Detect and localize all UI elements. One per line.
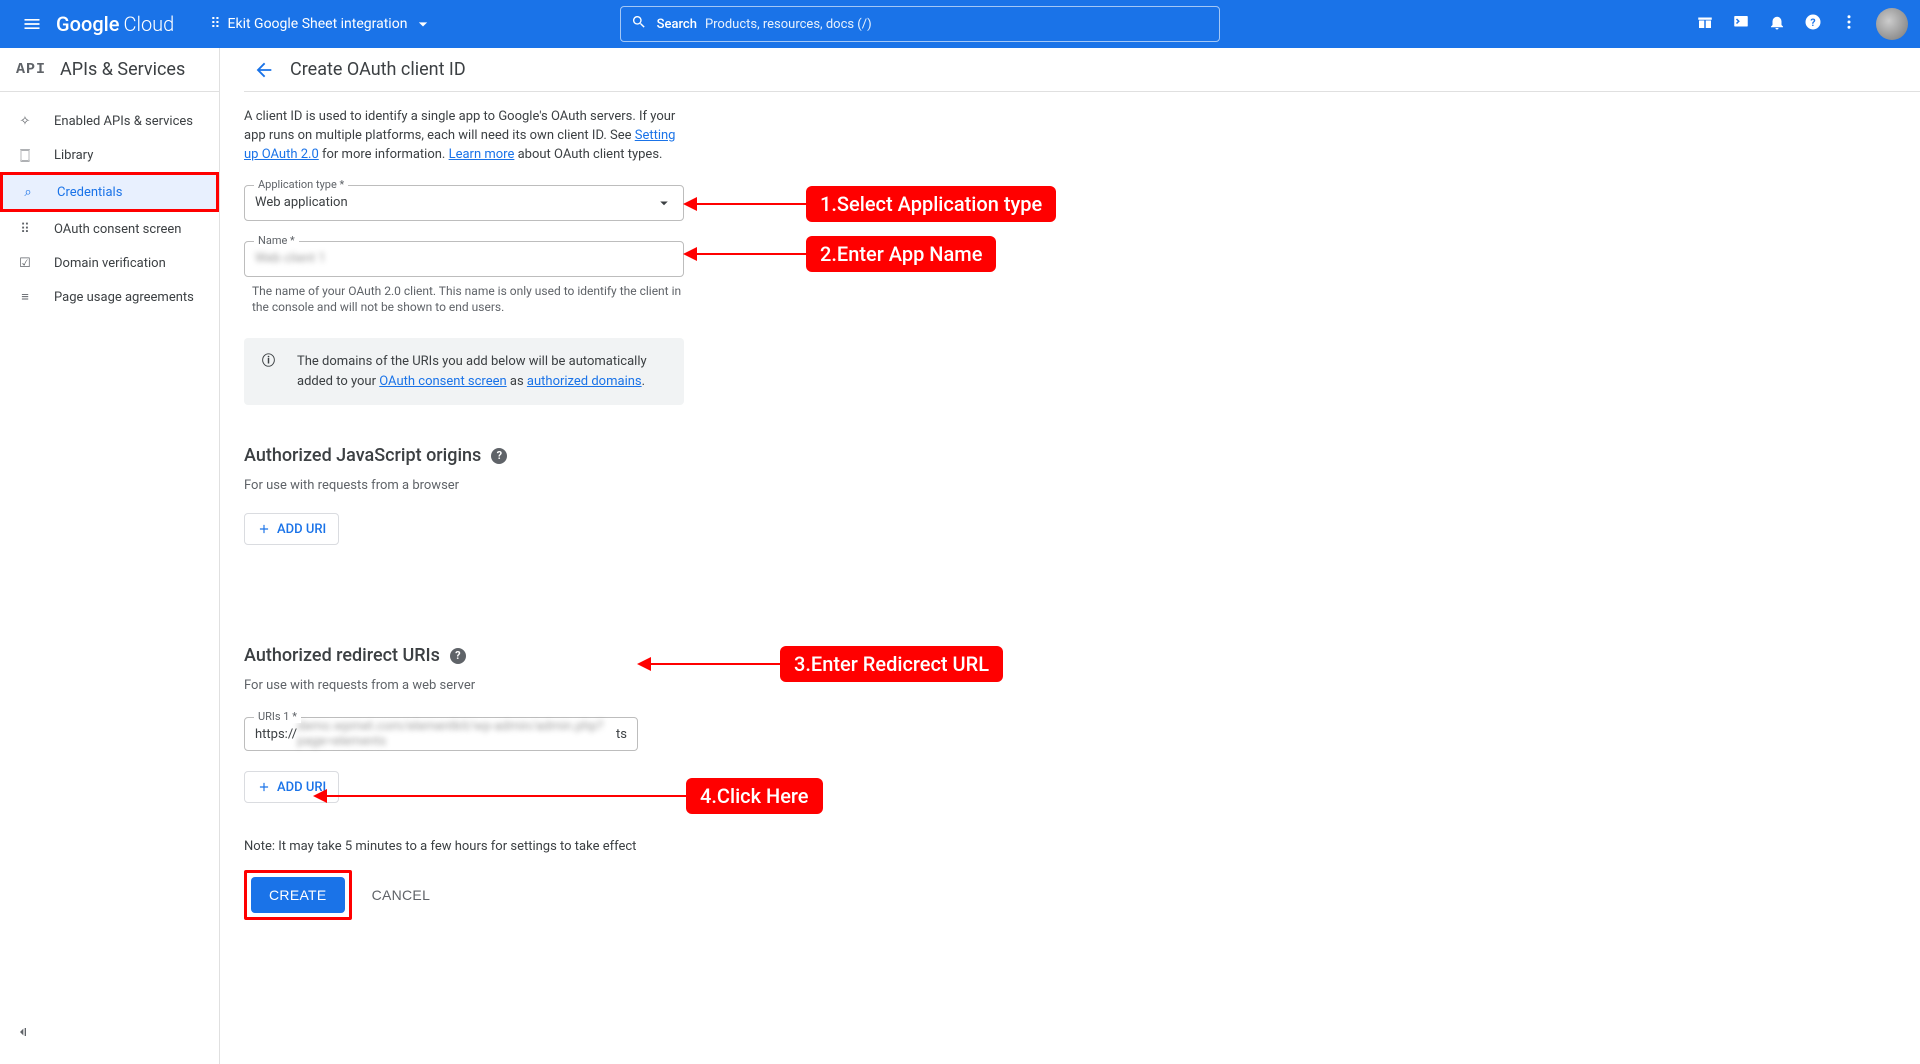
sidebar-item-label: Domain verification [54,256,166,271]
link-authorized-domains[interactable]: authorized domains [527,374,642,389]
link-learn-more[interactable]: Learn more [449,147,515,162]
help-icon[interactable]: ? [1804,13,1822,35]
brand-cloud: Cloud [123,12,174,36]
page-icon: ≡ [16,289,34,305]
app-type-label: Application type * [254,178,348,191]
redirect-title: Authorized redirect URIs [244,645,440,666]
name-label: Name * [254,234,299,247]
sidebar-header[interactable]: API APIs & Services [0,48,219,92]
diamond-icon: ✧ [16,114,34,129]
brand-google: Google [56,12,119,36]
sidebar: API APIs & Services ✧ Enabled APIs & ser… [0,48,220,1064]
sidebar-item-label: OAuth consent screen [54,222,181,237]
search-input[interactable]: Search Products, resources, docs (/) [620,6,1220,42]
svg-text:?: ? [1810,16,1815,29]
note-text: Note: It may take 5 minutes to a few hou… [244,839,684,854]
search-icon [631,14,647,34]
search-label: Search [657,17,697,32]
sidebar-item-domain[interactable]: ☑ Domain verification [0,246,219,280]
library-icon: 🀆 [16,148,34,163]
sidebar-title: APIs & Services [60,59,185,80]
annotation-3: 3.Enter Redicrect URL [640,646,1003,682]
sidebar-item-label: Library [54,148,93,163]
app-type-value: Web application [255,195,348,210]
sidebar-item-label: Page usage agreements [54,290,194,305]
sidebar-item-credentials[interactable]: ⌕ Credentials [3,175,216,209]
sidebar-item-library[interactable]: 🀆 Library [0,138,219,172]
sidebar-item-agreements[interactable]: ≡ Page usage agreements [0,280,219,314]
search-placeholder: Products, resources, docs (/) [705,17,872,32]
page-title: Create OAuth client ID [290,59,466,80]
more-vert-icon[interactable] [1840,13,1858,35]
name-value: Web client 1 [255,251,326,266]
plus-icon [257,522,271,536]
key-icon: ⌕ [19,185,37,200]
gift-icon[interactable] [1696,13,1714,35]
redirect-sub: For use with requests from a web server [244,678,684,693]
topbar: Google Cloud ⠿ Ekit Google Sheet integra… [0,0,1920,48]
name-help: The name of your OAuth 2.0 client. This … [244,283,684,317]
chevron-down-icon [655,194,673,212]
annotation-1: 1.Select Application type [686,186,1056,222]
intro-text: A client ID is used to identify a single… [244,108,684,165]
api-logo: API [16,61,46,78]
uri1-input[interactable]: https://demo.wpmet.com/elementkit/wp-adm… [244,717,638,751]
sidebar-item-enabled-apis[interactable]: ✧ Enabled APIs & services [0,104,219,138]
sidebar-item-consent[interactable]: ⠿ OAuth consent screen [0,212,219,246]
sidebar-item-label: Credentials [57,185,122,200]
chevron-down-icon [413,14,433,34]
consent-icon: ⠿ [16,222,34,237]
collapse-sidebar-icon[interactable] [14,1024,30,1044]
add-uri-button-redirect[interactable]: ADD URI [244,771,339,803]
check-icon: ☑ [16,256,34,271]
help-circle-icon[interactable]: ? [491,448,507,464]
info-banner: ⓘ The domains of the URIs you add below … [244,338,684,405]
cancel-button[interactable]: CANCEL [372,887,431,903]
help-circle-icon[interactable]: ? [450,648,466,664]
back-arrow-icon[interactable] [244,50,284,90]
create-button[interactable]: CREATE [251,877,345,913]
sidebar-item-label: Enabled APIs & services [54,114,193,129]
js-origins-sub: For use with requests from a browser [244,478,684,493]
name-input[interactable]: Web client 1 [244,241,684,277]
main-content: Create OAuth client ID A client ID is us… [220,48,1920,1064]
project-selector[interactable]: ⠿ Ekit Google Sheet integration [202,10,441,38]
bell-icon[interactable] [1768,13,1786,35]
project-name: Ekit Google Sheet integration [228,16,408,32]
link-consent-screen[interactable]: OAuth consent screen [379,374,506,389]
project-dots-icon: ⠿ [210,16,219,32]
annotation-2: 2.Enter App Name [686,236,996,272]
add-uri-button-origins[interactable]: ADD URI [244,513,339,545]
uri1-label: URIs 1 * [254,710,301,723]
hamburger-menu-icon[interactable] [12,4,52,44]
info-icon: ⓘ [262,352,275,372]
js-origins-title: Authorized JavaScript origins [244,445,481,466]
brand[interactable]: Google Cloud [56,12,174,36]
avatar[interactable] [1876,8,1908,40]
plus-icon [257,780,271,794]
console-icon[interactable] [1732,13,1750,35]
